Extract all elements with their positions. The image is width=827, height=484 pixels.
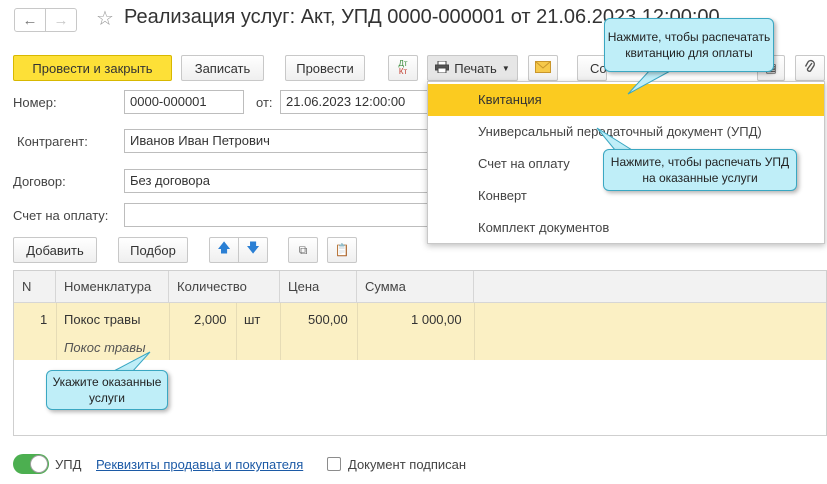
callout-upd: Нажмите, чтобы распечать УПД на оказанны… <box>603 149 797 191</box>
toggle-knob <box>30 455 48 473</box>
requisites-link[interactable]: Реквизиты продавца и покупателя <box>96 457 303 472</box>
callout-receipt: Нажмите, чтобы распечатать квитанцию для… <box>604 18 774 72</box>
callout-services: Укажите оказанные услуги <box>46 370 168 410</box>
upd-toggle-label: УПД <box>55 457 82 472</box>
document-signed-label: Документ подписан <box>348 457 467 472</box>
upd-toggle[interactable] <box>13 454 49 474</box>
callout-arrows <box>111 69 673 373</box>
document-signed-checkbox[interactable] <box>327 457 341 471</box>
